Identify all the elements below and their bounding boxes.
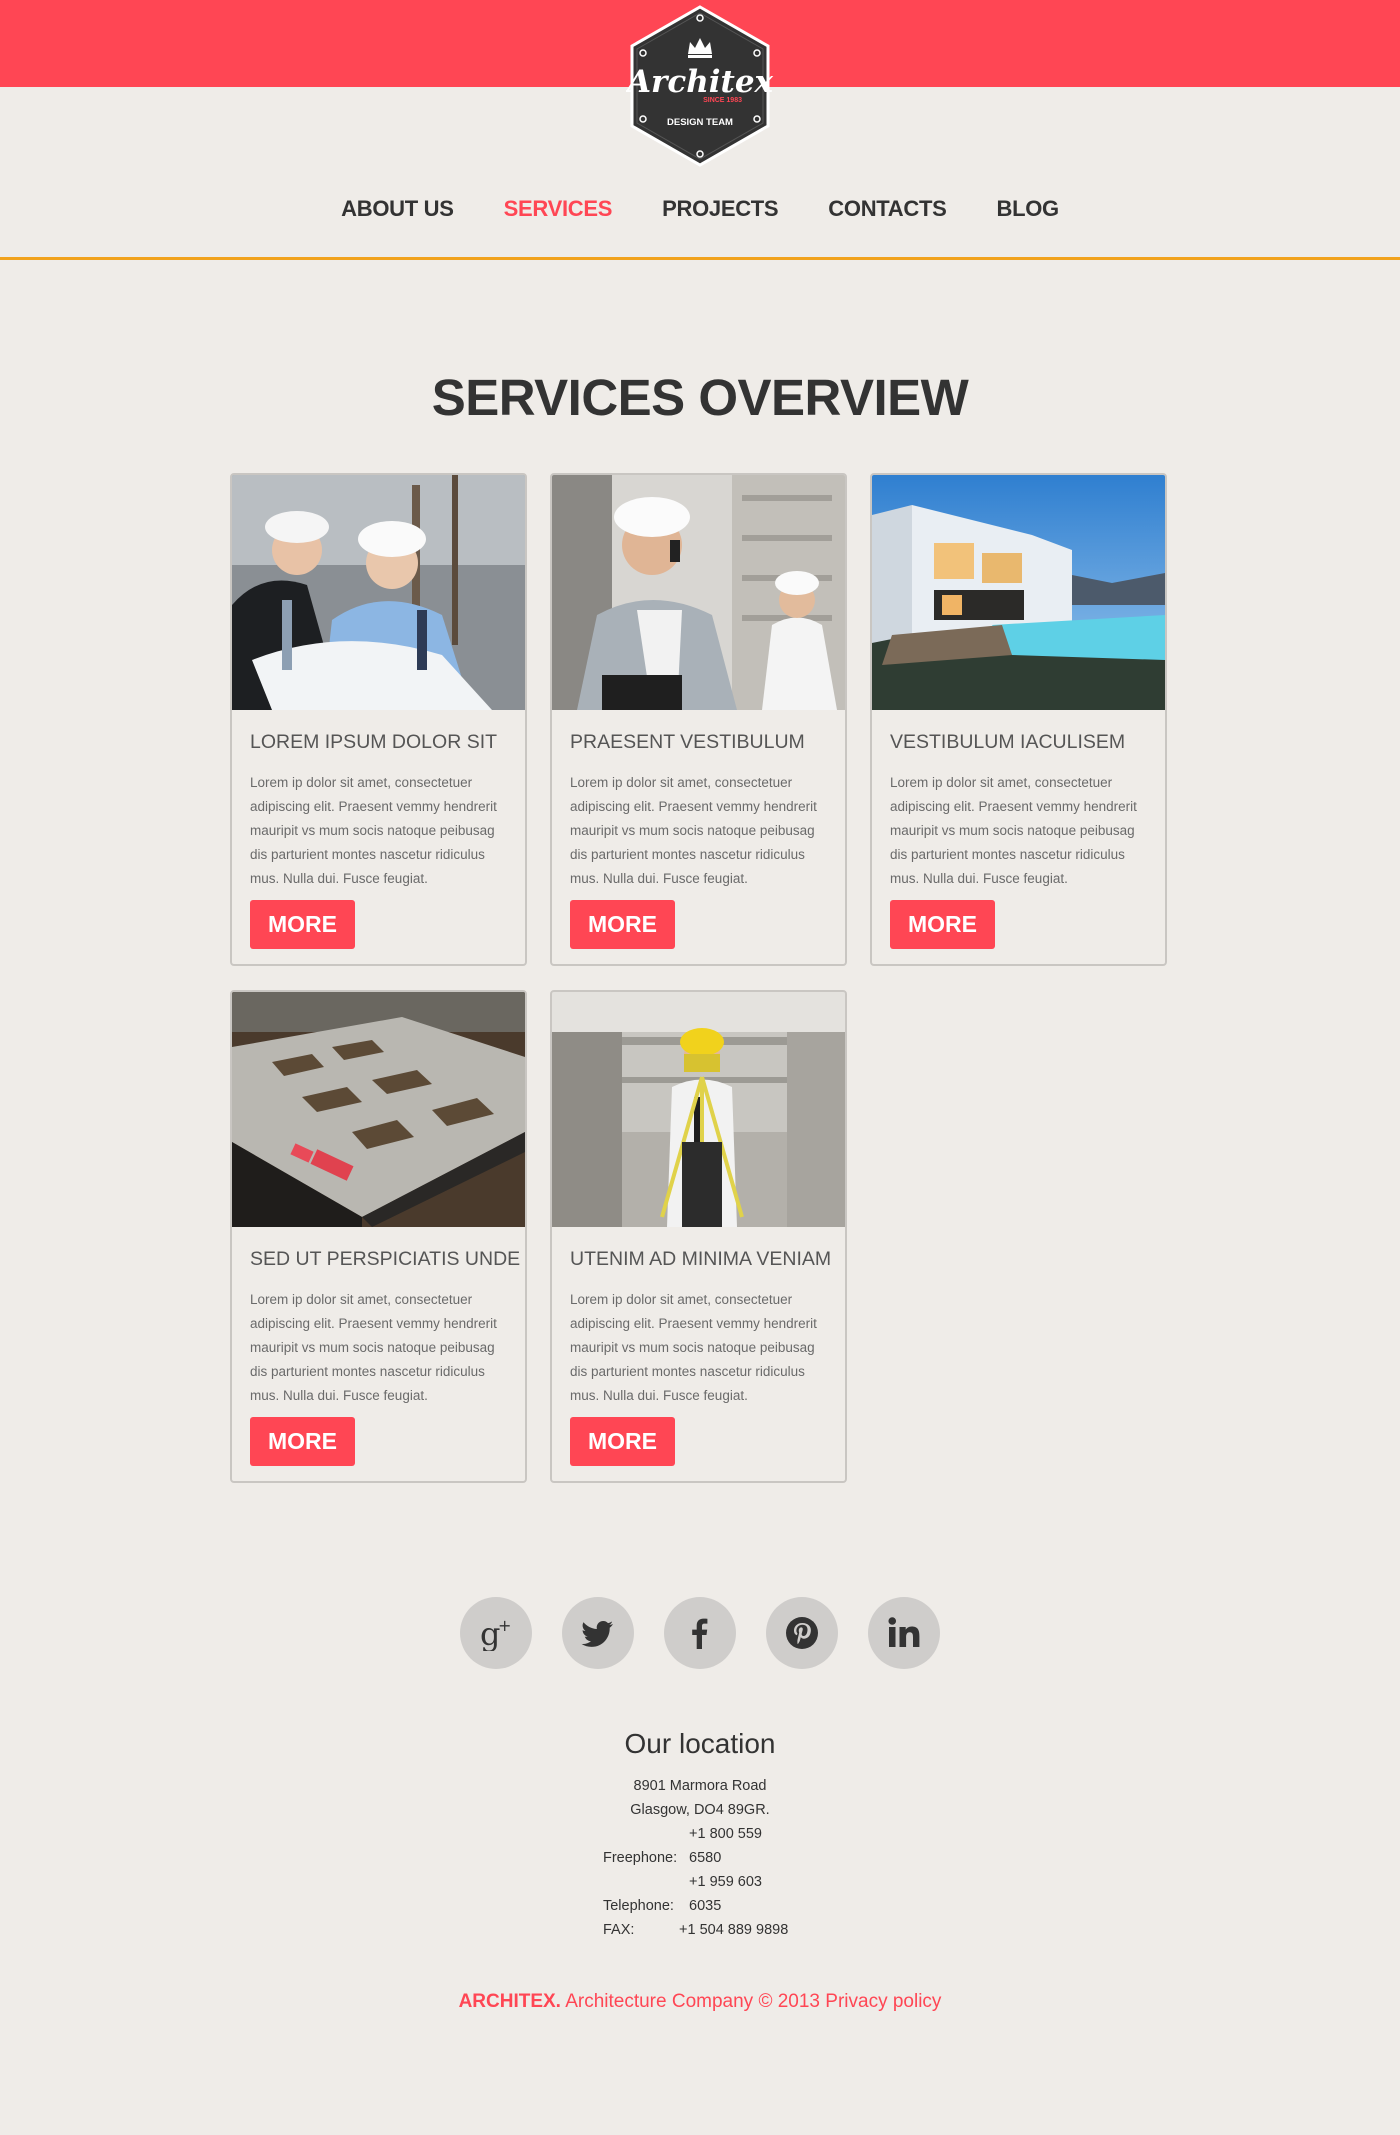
- pinterest-icon[interactable]: [766, 1597, 838, 1669]
- service-card: PRAESENT VESTIBULUM Lorem ip dolor sit a…: [550, 473, 847, 966]
- privacy-policy-link[interactable]: Privacy policy: [825, 1991, 941, 2012]
- site-logo[interactable]: Architex SINCE 1983 DESIGN TEAM: [626, 4, 774, 168]
- page-title: SERVICES OVERVIEW: [431, 369, 969, 426]
- card-title: UTENIM AD MINIMA VENIAM: [570, 1248, 832, 1270]
- more-button[interactable]: MORE: [570, 900, 675, 949]
- contact-label: FAX:: [602, 1922, 635, 1938]
- nav-services[interactable]: SERVICES: [504, 196, 613, 222]
- facebook-icon[interactable]: [664, 1597, 736, 1669]
- nav-about-us[interactable]: ABOUT US: [341, 196, 454, 222]
- google-plus-icon[interactable]: g +: [460, 1597, 532, 1669]
- surveyor-with-tripod-photo: [552, 992, 845, 1227]
- twitter-icon[interactable]: [562, 1597, 634, 1669]
- svg-text:DESIGN TEAM: DESIGN TEAM: [667, 117, 733, 128]
- service-card: LOREM IPSUM DOLOR SIT Lorem ip dolor sit…: [230, 473, 527, 966]
- main-nav: ABOUT US SERVICES PROJECTS CONTACTS BLOG: [0, 196, 1400, 222]
- nav-divider: [0, 257, 1400, 260]
- svg-text:+: +: [498, 1616, 511, 1635]
- card-text: Lorem ip dolor sit amet, consectetuer ad…: [570, 775, 817, 886]
- linkedin-icon[interactable]: [868, 1597, 940, 1669]
- nav-projects[interactable]: PROJECTS: [662, 196, 778, 222]
- card-text: Lorem ip dolor sit amet, consectetuer ad…: [890, 775, 1137, 886]
- engineers-with-blueprints-photo: [232, 475, 525, 710]
- svg-text:SINCE 1983: SINCE 1983: [703, 97, 742, 104]
- contact-value: +1 959 603 6035: [689, 1874, 762, 1914]
- contact-row: Freephone: +1 800 559 6580: [0, 1822, 1400, 1870]
- service-card: VESTIBULUM IACULISEM Lorem ip dolor sit …: [870, 473, 1167, 966]
- address-city: Glasgow, DO4 89GR.: [630, 1802, 770, 1818]
- contact-label: Telephone:: [602, 1898, 674, 1914]
- construction-foundation-photo: [232, 992, 525, 1227]
- footer-copyright: Architecture Company © 2013: [565, 1991, 820, 2012]
- engineer-on-phone-photo: [552, 475, 845, 710]
- contact-row: FAX: +1 504 889 9898: [0, 1918, 1400, 1942]
- address-street: 8901 Marmora Road: [633, 1778, 767, 1794]
- service-card: UTENIM AD MINIMA VENIAM Lorem ip dolor s…: [550, 990, 847, 1483]
- card-text: Lorem ip dolor sit amet, consectetuer ad…: [570, 1292, 817, 1403]
- modern-villa-pool-photo: [872, 475, 1165, 710]
- more-button[interactable]: MORE: [250, 900, 355, 949]
- card-text: Lorem ip dolor sit amet, consectetuer ad…: [250, 775, 497, 886]
- more-button[interactable]: MORE: [250, 1417, 355, 1466]
- card-title: PRAESENT VESTIBULUM: [570, 731, 805, 753]
- contact-value: +1 504 889 9898: [679, 1922, 789, 1938]
- card-title: VESTIBULUM IACULISEM: [890, 731, 1126, 753]
- card-title: SED UT PERSPICIATIS UNDE: [250, 1248, 521, 1270]
- contact-row: Telephone: +1 959 603 6035: [0, 1870, 1400, 1918]
- service-card: SED UT PERSPICIATIS UNDE Lorem ip dolor …: [230, 990, 527, 1483]
- contact-label: Freephone:: [602, 1850, 678, 1866]
- card-title: LOREM IPSUM DOLOR SIT: [250, 731, 498, 753]
- nav-contacts[interactable]: CONTACTS: [828, 196, 946, 222]
- card-text: Lorem ip dolor sit amet, consectetuer ad…: [250, 1292, 497, 1403]
- nav-blog[interactable]: BLOG: [996, 196, 1059, 222]
- svg-text:Architex: Architex: [626, 64, 774, 100]
- footer: ARCHITEX. Architecture Company © 2013 Pr…: [0, 1991, 1400, 2013]
- social-links: g +: [0, 1597, 1400, 1669]
- contact-value: +1 800 559 6580: [689, 1826, 762, 1866]
- address-block: 8901 Marmora Road Glasgow, DO4 89GR. Fre…: [0, 1774, 1400, 1942]
- logo-badge-icon: Architex SINCE 1983 DESIGN TEAM: [626, 5, 774, 167]
- more-button[interactable]: MORE: [570, 1417, 675, 1466]
- footer-brand: ARCHITEX.: [458, 1991, 561, 2012]
- location-title: Our location: [624, 1728, 776, 1759]
- more-button[interactable]: MORE: [890, 900, 995, 949]
